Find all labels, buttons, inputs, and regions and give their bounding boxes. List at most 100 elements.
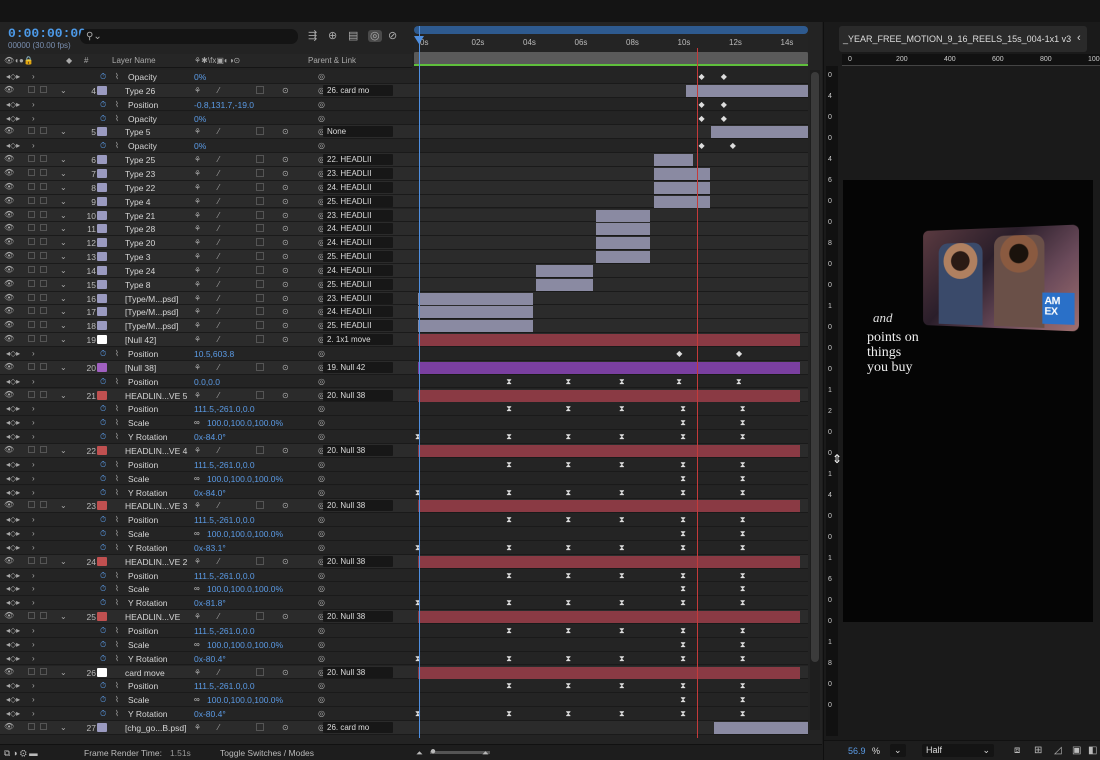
solo-box[interactable] — [28, 446, 35, 453]
keyframe-marker[interactable]: ⧗ — [619, 433, 625, 441]
constrain-proportions-icon[interactable]: ∞ — [194, 474, 200, 483]
shy-switch-icon[interactable]: ⚘ — [194, 391, 201, 400]
lock-box[interactable] — [40, 363, 47, 370]
layer-row[interactable]: 👁 ⌄ 20 [Null 38] ⚘ ⁄ ⊙ ◎ 19. Null 42 — [0, 361, 808, 375]
layer-name[interactable]: HEADLIN...VE 5 — [125, 391, 187, 401]
shy-switch-icon[interactable]: ⚘ — [194, 197, 201, 206]
solo-box[interactable] — [28, 197, 35, 204]
quality-switch-icon[interactable]: ⁄ — [218, 557, 219, 566]
keyframe-marker[interactable]: ⧗ — [740, 419, 746, 427]
3d-layer-switch-icon[interactable]: ⊙ — [282, 363, 289, 372]
quality-switch-icon[interactable]: ⁄ — [218, 335, 219, 344]
stopwatch-icon[interactable]: ⏱ — [100, 460, 106, 470]
keyframe-nav-icon[interactable]: ◂◇▸ — [6, 654, 20, 663]
property-value[interactable]: 100.0,100.0,100.0% — [207, 640, 283, 650]
stopwatch-icon[interactable]: ⏱ — [100, 404, 106, 414]
stopwatch-icon[interactable]: ⏱ — [100, 488, 106, 498]
twirl-right-icon[interactable]: › — [32, 695, 35, 704]
shy-switch-icon[interactable]: ⚘ — [194, 155, 201, 164]
property-row[interactable]: ◂◇▸ › ⏱ ⌇ Position 111.5,-261.0,0.0 ◎ ⧗ ⧗ ⧗ ⧗ ⧗ — [0, 569, 808, 583]
label-color-swatch[interactable] — [97, 557, 107, 566]
constrain-proportions-icon[interactable]: ∞ — [194, 695, 200, 704]
solo-box[interactable] — [28, 280, 35, 287]
quality-switch-icon[interactable]: ⁄ — [218, 668, 219, 677]
twirl-down-icon[interactable]: ⌄ — [60, 86, 67, 95]
keyframe-marker[interactable]: ⧗ — [619, 378, 625, 386]
keyframe-marker[interactable]: ⧗ — [680, 696, 686, 704]
keyframe-nav-icon[interactable]: ◂◇▸ — [6, 709, 20, 718]
stopwatch-icon[interactable]: ⏱ — [100, 584, 106, 594]
switch-box[interactable] — [256, 723, 264, 731]
switch-box[interactable] — [256, 307, 264, 315]
keyframe-marker[interactable]: ⧗ — [740, 461, 746, 469]
property-row[interactable]: ◂◇▸ › ⏱ ⌇ Position 111.5,-261.0,0.0 ◎ ⧗ ⧗ ⧗ ⧗ ⧗ — [0, 624, 808, 638]
property-value[interactable]: 100.0,100.0,100.0% — [207, 418, 283, 428]
layer-name[interactable]: Type 25 — [125, 155, 155, 165]
property-row[interactable]: ◂◇▸ › ⏱ ⌇ Position 111.5,-261.0,0.0 ◎ ⧗ ⧗ ⧗ ⧗ ⧗ — [0, 458, 808, 472]
expression-pickwhip-icon[interactable]: ◎ — [318, 654, 325, 663]
solo-box[interactable] — [28, 127, 35, 134]
shy-switch-icon[interactable]: ⚘ — [194, 86, 201, 95]
shy-switch-icon[interactable]: ⚘ — [194, 501, 201, 510]
quality-switch-icon[interactable]: ⁄ — [218, 169, 219, 178]
layer-row[interactable]: 👁 ⌄ 15 Type 8 ⚘ ⁄ ⊙ ◎ 25. HEADLII — [0, 278, 808, 292]
property-row[interactable]: ◂◇▸ › ⏱ ⌇ Scale ∞ 100.0,100.0,100.0% ◎ ⧗ ⧗ — [0, 472, 808, 486]
quality-switch-icon[interactable]: ⁄ — [218, 446, 219, 455]
layer-duration-bar-red[interactable] — [418, 334, 800, 346]
shy-switch-icon[interactable]: ⚘ — [194, 446, 201, 455]
quality-switch-icon[interactable]: ⁄ — [218, 363, 219, 372]
property-row[interactable]: ◂◇▸ › ⏱ ⌇ Y Rotation 0x-83.1° ◎ ⧗ ⧗ ⧗ ⧗ ⧗ ⧗ — [0, 541, 808, 555]
label-color-swatch[interactable] — [97, 723, 107, 732]
switch-box[interactable] — [256, 127, 264, 135]
twirl-down-icon[interactable]: ⌄ — [60, 294, 67, 303]
parent-dropdown[interactable]: 25. HEADLII — [323, 251, 393, 262]
eye-icon[interactable]: 👁 — [4, 294, 12, 302]
layer-name[interactable]: HEADLIN...VE 3 — [125, 501, 187, 511]
twirl-right-icon[interactable]: › — [32, 640, 35, 649]
solo-box[interactable] — [28, 266, 35, 273]
property-value[interactable]: 111.5,-261.0,0.0 — [194, 404, 255, 414]
keyframe-nav-icon[interactable]: ◂◇▸ — [6, 141, 20, 150]
switch-box[interactable] — [256, 183, 264, 191]
comp-mini-flowchart-icon[interactable]: ⇶ — [308, 30, 317, 42]
label-color-swatch[interactable] — [97, 266, 107, 275]
switch-box[interactable] — [256, 668, 264, 676]
twirl-right-icon[interactable]: › — [32, 377, 35, 386]
quality-switch-icon[interactable]: ⁄ — [218, 321, 219, 330]
keyframe-nav-icon[interactable]: ◂◇▸ — [6, 515, 20, 524]
twirl-down-icon[interactable]: ⌄ — [60, 127, 67, 136]
keyframe-marker[interactable]: ◆ — [721, 115, 727, 123]
stopwatch-icon[interactable]: ⏱ — [100, 654, 106, 664]
shy-switch-icon[interactable]: ⚘ — [194, 238, 201, 247]
property-value[interactable]: 0% — [194, 114, 206, 124]
layer-duration-bar[interactable] — [418, 293, 533, 305]
constrain-proportions-icon[interactable]: ∞ — [194, 418, 200, 427]
twirl-right-icon[interactable]: › — [32, 141, 35, 150]
layer-row[interactable]: 👁 ⌄ 11 Type 28 ⚘ ⁄ ⊙ ◎ 24. HEADLII — [0, 222, 808, 236]
timeline-vertical-scrollbar[interactable] — [810, 70, 820, 730]
keyframe-marker[interactable]: ⧗ — [619, 599, 625, 607]
lock-box[interactable] — [40, 183, 47, 190]
layer-name[interactable]: Type 3 — [125, 252, 151, 262]
property-value[interactable]: 0% — [194, 141, 206, 151]
layer-duration-bar[interactable] — [654, 196, 711, 208]
stopwatch-icon[interactable]: ⏱ — [100, 709, 106, 719]
property-row[interactable]: ◂◇▸ › ⏱ ⌇ Position 111.5,-261.0,0.0 ◎ ⧗ ⧗ ⧗ ⧗ ⧗ — [0, 679, 808, 693]
eye-icon[interactable]: 👁 — [4, 363, 12, 371]
solo-box[interactable] — [28, 183, 35, 190]
shy-switch-icon[interactable]: ⚘ — [194, 557, 201, 566]
keyframe-marker[interactable]: ⧗ — [740, 433, 746, 441]
twirl-down-icon[interactable]: ⌄ — [60, 211, 67, 220]
property-row[interactable]: ◂◇▸ › ⏱ ⌇ Y Rotation 0x-80.4° ◎ ⧗ ⧗ ⧗ ⧗ ⧗ ⧗ — [0, 652, 808, 666]
stopwatch-icon[interactable]: ⏱ — [100, 100, 106, 110]
composition-viewer[interactable]: AM EX and points on things you buy — [843, 180, 1093, 622]
layer-row[interactable]: 👁 ⌄ 16 [Type/M...psd] ⚘ ⁄ ⊙ ◎ 23. HEADLII — [0, 292, 808, 306]
layer-duration-bar[interactable] — [596, 210, 650, 222]
switch-box[interactable] — [256, 238, 264, 246]
expression-pickwhip-icon[interactable]: ◎ — [318, 681, 325, 690]
lock-box[interactable] — [40, 335, 47, 342]
property-row[interactable]: ◂◇▸ › ⏱ ⌇ Opacity 0% ◎ ◆ ◆ — [0, 70, 808, 84]
property-row[interactable]: ◂◇▸ › ⏱ ⌇ Scale ∞ 100.0,100.0,100.0% ◎ ⧗ ⧗ — [0, 693, 808, 707]
twirl-right-icon[interactable]: › — [32, 100, 35, 109]
layer-duration-bar[interactable] — [536, 265, 594, 277]
